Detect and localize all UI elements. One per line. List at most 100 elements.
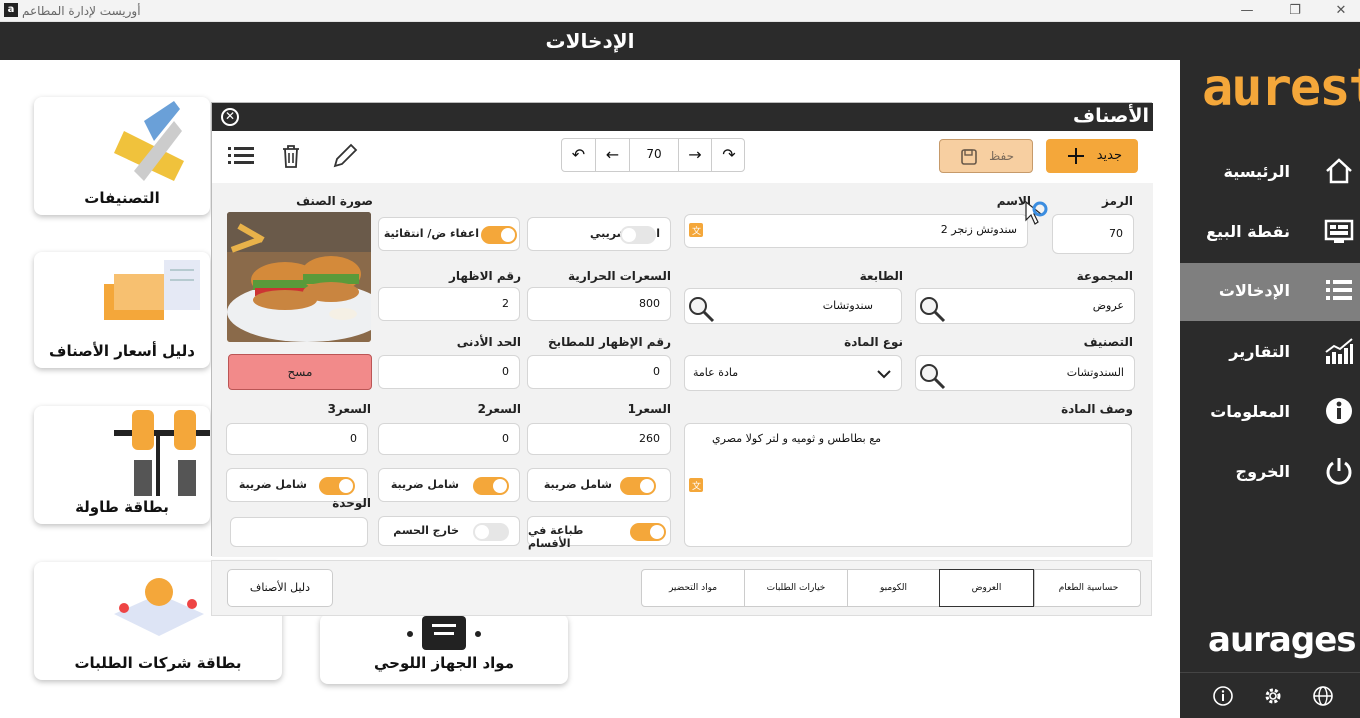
prev-record-icon[interactable]: ← [596,139,630,171]
tax-exempt-toggle-box: اعفاء ضريبي [527,217,671,251]
unit-label: الوحدة [332,496,371,510]
new-button-label: جديد [1096,148,1122,163]
floppy-icon [961,149,977,165]
sidebar-item-reports[interactable]: التقارير [1180,324,1360,382]
items-guide-button[interactable]: دليل الأصناف [227,569,333,607]
tile-table-card[interactable]: بطاقة طاولة [34,406,210,524]
sidebar-item-home[interactable]: الرئيسية [1180,144,1360,202]
edit-icon[interactable] [330,141,360,171]
burger-photo [227,212,371,342]
tile-categories[interactable]: التصنيفات [34,97,210,215]
tile-tablet-items[interactable]: مواد الجهاز اللوحي [320,614,568,684]
record-number[interactable]: 70 [630,139,678,171]
translate-icon[interactable]: 文 [689,478,703,492]
price2-input[interactable]: 0 [378,423,520,455]
next-record-icon[interactable]: → [678,139,712,171]
printer-label: الطابعة [859,269,903,283]
kitchen-display-input[interactable]: 0 [527,355,671,389]
display-no-label: رقم الاظهار [448,269,521,283]
maximize-icon[interactable]: ❐ [1280,2,1310,20]
menu-list-icon[interactable] [226,141,256,171]
svg-text:文: 文 [692,225,701,237]
display-no-input[interactable]: 2 [378,287,520,321]
material-type-select[interactable]: مادة عامة [684,355,902,391]
sidebar-item-pos[interactable]: نقطة البيع [1180,204,1360,262]
image-label: صورة الصنف [296,194,373,208]
gear-icon[interactable] [1262,685,1284,707]
description-textarea[interactable]: مع بطاطس و ثوميه و لتر كولا مصري 文 [684,423,1132,547]
tab-food-allergy[interactable]: حساسية الطعام [1034,570,1142,606]
no-discount-toggle-box: خارج الحسم [378,516,520,546]
record-navigator: ↶ ← 70 → ↷ [561,138,745,172]
tab-offers[interactable]: العروض [939,569,1034,607]
price2-tax-switch[interactable] [473,477,509,495]
translate-icon[interactable]: 文 [689,223,703,237]
item-image[interactable] [227,212,371,342]
tab-combo[interactable]: الكومبو [847,570,939,606]
code-label: الرمز [1102,194,1133,208]
printer-search-icon[interactable] [687,295,715,323]
info-circle-icon[interactable] [1212,685,1234,707]
price2-label: السعر2 [477,402,521,416]
close-window-icon[interactable]: ✕ [1326,2,1356,20]
group-input[interactable]: عروض [915,288,1135,324]
name-value: 2 سندوتش زنجر [940,223,1017,236]
category-input[interactable]: السندوتشات [915,355,1135,391]
price3-tax-switch[interactable] [319,477,355,495]
price3-input[interactable]: 0 [226,423,368,455]
no-discount-label: خارج الحسم [393,524,459,537]
save-button-label: حفظ [989,149,1014,163]
calories-label: السعرات الحرارية [568,269,671,283]
item-form: الرمز 70 الاسم 2 سندوتش زنجر 文 اعفاء ضري… [212,183,1153,557]
delete-icon[interactable] [276,141,306,171]
clear-image-button[interactable]: مسح [228,354,372,390]
code-input[interactable]: 70 [1052,214,1134,254]
sidebar-item-exit[interactable]: الخروج [1180,444,1360,502]
new-button[interactable]: جديد [1046,139,1138,173]
kitchen-display-label: رقم الإظهار للمطابخ [547,335,671,349]
min-input[interactable]: 0 [378,355,520,389]
delivery-icon [114,578,204,636]
tax-incl-label: شامل ضريبة [543,478,612,491]
price3-label: السعر3 [327,402,371,416]
print-sections-toggle-box: طباعة في الأقسام [527,516,671,550]
name-input[interactable]: 2 سندوتش زنجر 文 [684,214,1028,248]
tab-prep-materials[interactable]: مواد التحضير [642,570,744,606]
group-search-icon[interactable] [918,295,946,323]
category-search-icon[interactable] [918,362,946,390]
price1-input[interactable]: 260 [527,423,671,455]
mouse-cursor-icon [1025,200,1048,225]
globe-icon[interactable] [1312,685,1334,707]
tile-label: مواد الجهاز اللوحي [373,654,515,672]
first-record-icon[interactable]: ↶ [562,139,596,171]
sidebar-item-entries[interactable]: الإدخالات [1180,263,1360,321]
no-discount-switch[interactable] [473,523,509,541]
optional-exempt-switch[interactable] [481,226,517,244]
price3-value: 0 [350,432,357,445]
unit-input[interactable] [230,517,368,547]
tile-price-guide[interactable]: دليل أسعار الأصناف [34,252,210,368]
sidebar-item-label: التقارير [1229,342,1290,361]
sidebar-item-info[interactable]: المعلومات [1180,384,1360,442]
tile-label: بطاقة طاولة [75,498,169,516]
price1-tax-switch[interactable] [620,477,656,495]
category-value: السندوتشات [1066,366,1124,379]
close-icon[interactable]: ✕ [221,108,239,126]
min-label: الحد الأدنى [456,335,521,349]
save-button[interactable]: حفظ [939,139,1033,173]
tax-incl-label: شامل ضريبة [238,478,307,491]
minimize-icon[interactable]: — [1232,2,1262,20]
display-no-value: 2 [502,297,509,310]
price1-label: السعر1 [627,402,671,416]
description-label: وصف المادة [1061,402,1133,416]
printer-input[interactable]: سندوتشات [684,288,902,324]
print-sections-switch[interactable] [630,523,666,541]
dialog-bottom-bar: دليل الأصناف حساسية الطعام العروض الكومب… [211,560,1152,616]
tab-order-options[interactable]: خيارات الطلبات [744,570,847,606]
last-record-icon[interactable]: ↷ [712,139,746,171]
tax-exempt-switch[interactable] [620,226,656,244]
home-icon [1326,158,1352,184]
calories-input[interactable]: 800 [527,287,671,321]
svg-text:文: 文 [692,480,701,492]
sidebar: aurest الرئيسية نقطة البيع الإدخالات الت… [1180,22,1360,718]
